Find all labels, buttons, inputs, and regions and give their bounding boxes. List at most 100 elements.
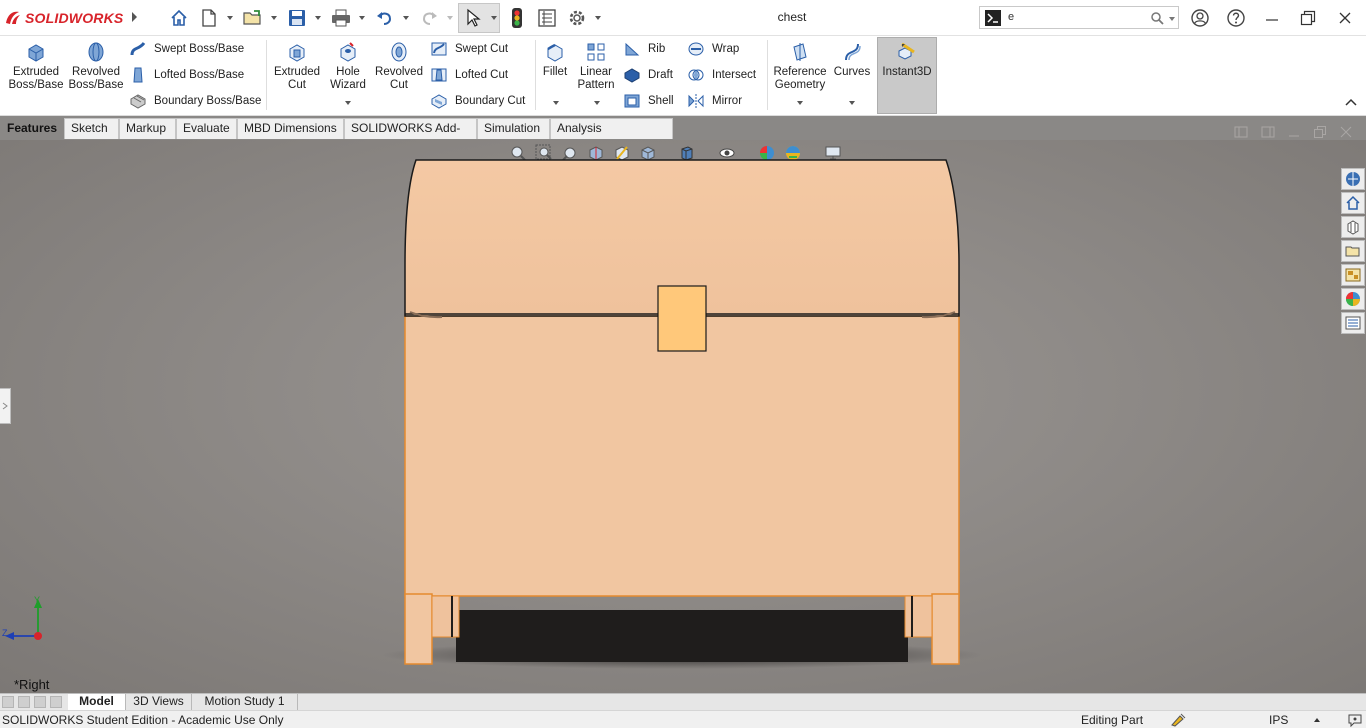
appearances-scenes-icon[interactable] bbox=[1341, 288, 1365, 310]
last-tab-nav-icon[interactable] bbox=[50, 696, 62, 708]
redo-dropdown-icon[interactable] bbox=[446, 14, 454, 22]
viewport-tile-right-icon[interactable] bbox=[1261, 125, 1275, 139]
reference-geometry-button[interactable]: Reference Geometry bbox=[772, 40, 828, 92]
rebuild-icon[interactable] bbox=[504, 6, 530, 30]
extruded-boss-button[interactable]: Extruded Boss/Base bbox=[8, 40, 64, 92]
viewport-close-icon[interactable] bbox=[1339, 125, 1353, 139]
design-library-icon[interactable] bbox=[1341, 216, 1365, 238]
feature-manager-expand-handle[interactable] bbox=[0, 388, 11, 424]
graphics-area[interactable] bbox=[0, 140, 1366, 693]
shell-button[interactable]: Shell bbox=[622, 91, 674, 111]
view-palette-icon[interactable] bbox=[1341, 264, 1365, 286]
tab-motion-study-1[interactable]: Motion Study 1 bbox=[192, 694, 298, 711]
units-dropdown-icon[interactable] bbox=[1313, 717, 1321, 723]
home-task-pane-icon[interactable] bbox=[1341, 192, 1365, 214]
file-properties-icon[interactable] bbox=[534, 6, 560, 30]
prev-tab-nav-icon[interactable] bbox=[18, 696, 30, 708]
tab-features[interactable]: Features bbox=[0, 118, 64, 139]
apply-scene-icon[interactable] bbox=[782, 143, 804, 163]
search-dropdown-icon[interactable] bbox=[1168, 15, 1176, 23]
hole-wizard-button[interactable]: Hole Wizard bbox=[326, 40, 370, 92]
close-icon[interactable] bbox=[1335, 8, 1355, 28]
user-account-icon[interactable] bbox=[1190, 8, 1210, 28]
command-search-input[interactable]: e bbox=[979, 6, 1179, 29]
fillet-button[interactable]: Fillet bbox=[540, 40, 570, 79]
status-units[interactable]: IPS bbox=[1269, 713, 1288, 727]
previous-view-icon[interactable] bbox=[559, 143, 581, 163]
view-orientation-icon[interactable] bbox=[637, 143, 659, 163]
fillet-dropdown-icon[interactable] bbox=[552, 100, 560, 106]
draft-button[interactable]: Draft bbox=[622, 65, 673, 85]
custom-properties-icon[interactable] bbox=[1341, 312, 1365, 334]
open-dropdown-icon[interactable] bbox=[270, 14, 278, 22]
lofted-boss-button[interactable]: Lofted Boss/Base bbox=[128, 65, 244, 85]
section-view-icon[interactable] bbox=[585, 143, 607, 163]
linear-pattern-dropdown-icon[interactable] bbox=[593, 100, 601, 106]
undo-dropdown-icon[interactable] bbox=[402, 14, 410, 22]
minimize-icon[interactable] bbox=[1262, 8, 1282, 28]
print-dropdown-icon[interactable] bbox=[358, 14, 366, 22]
edit-appearance-icon[interactable] bbox=[756, 143, 778, 163]
extruded-cut-button[interactable]: Extruded Cut bbox=[272, 40, 322, 92]
tab-markup[interactable]: Markup bbox=[119, 118, 176, 139]
open-icon[interactable] bbox=[240, 6, 266, 30]
home-icon[interactable] bbox=[166, 6, 192, 30]
tab-model[interactable]: Model bbox=[68, 694, 126, 711]
select-icon[interactable] bbox=[460, 6, 486, 30]
rib-button[interactable]: Rib bbox=[622, 39, 665, 59]
intersect-button[interactable]: Intersect bbox=[686, 65, 756, 85]
first-tab-nav-icon[interactable] bbox=[2, 696, 14, 708]
file-explorer-icon[interactable] bbox=[1341, 240, 1365, 262]
feedback-icon[interactable] bbox=[1347, 713, 1363, 727]
select-dropdown-icon[interactable] bbox=[490, 14, 498, 22]
rebuild-status-icon[interactable] bbox=[1170, 713, 1186, 727]
viewport-tile-left-icon[interactable] bbox=[1234, 125, 1248, 139]
redo-icon[interactable] bbox=[416, 6, 442, 30]
tab-3d-views[interactable]: 3D Views bbox=[126, 694, 192, 711]
solidworks-logo[interactable]: SOLIDWORKS bbox=[4, 8, 123, 28]
search-icon[interactable] bbox=[1150, 11, 1164, 25]
curves-button[interactable]: Curves bbox=[832, 40, 872, 79]
undo-icon[interactable] bbox=[372, 6, 398, 30]
mirror-button[interactable]: Mirror bbox=[686, 91, 742, 111]
tab-evaluate[interactable]: Evaluate bbox=[176, 118, 237, 139]
curves-dropdown-icon[interactable] bbox=[848, 100, 856, 106]
tab-simulation[interactable]: Simulation bbox=[477, 118, 550, 139]
zoom-to-area-icon[interactable] bbox=[533, 143, 555, 163]
linear-pattern-button[interactable]: Linear Pattern bbox=[574, 40, 618, 92]
menu-expand-arrow-icon[interactable] bbox=[130, 11, 138, 23]
restore-icon[interactable] bbox=[1298, 8, 1318, 28]
tab-analysis-preparation[interactable]: Analysis Preparation bbox=[550, 118, 673, 154]
zoom-to-fit-icon[interactable] bbox=[507, 143, 529, 163]
print-icon[interactable] bbox=[328, 6, 354, 30]
save-dropdown-icon[interactable] bbox=[314, 14, 322, 22]
tab-mbd-dimensions[interactable]: MBD Dimensions bbox=[237, 118, 344, 139]
display-style-icon[interactable] bbox=[676, 143, 698, 163]
options-dropdown-icon[interactable] bbox=[594, 14, 602, 22]
save-icon[interactable] bbox=[284, 6, 310, 30]
collapse-ribbon-icon[interactable] bbox=[1345, 98, 1357, 106]
tab-sketch[interactable]: Sketch bbox=[64, 118, 119, 139]
reference-geometry-dropdown-icon[interactable] bbox=[796, 100, 804, 106]
new-dropdown-icon[interactable] bbox=[226, 14, 234, 22]
solidworks-resources-icon[interactable] bbox=[1341, 168, 1365, 190]
lofted-cut-button[interactable]: Lofted Cut bbox=[429, 65, 508, 85]
view-settings-icon[interactable] bbox=[822, 143, 844, 163]
boundary-cut-button[interactable]: Boundary Cut bbox=[429, 91, 525, 111]
revolved-boss-button[interactable]: Revolved Boss/Base bbox=[68, 40, 124, 92]
options-icon[interactable] bbox=[564, 6, 590, 30]
hide-show-items-icon[interactable] bbox=[716, 143, 738, 163]
viewport-minimize-icon[interactable] bbox=[1287, 125, 1301, 139]
boundary-boss-button[interactable]: Boundary Boss/Base bbox=[128, 91, 261, 111]
tab-solidworks-add-ins[interactable]: SOLIDWORKS Add-Ins bbox=[344, 118, 477, 154]
hole-wizard-dropdown-icon[interactable] bbox=[344, 100, 352, 106]
dynamic-annotation-icon[interactable] bbox=[611, 143, 633, 163]
wrap-button[interactable]: Wrap bbox=[686, 39, 739, 59]
viewport-restore-icon[interactable] bbox=[1313, 125, 1327, 139]
revolved-cut-button[interactable]: Revolved Cut bbox=[374, 40, 424, 92]
next-tab-nav-icon[interactable] bbox=[34, 696, 46, 708]
help-icon[interactable] bbox=[1226, 8, 1246, 28]
new-document-icon[interactable] bbox=[196, 6, 222, 30]
swept-cut-button[interactable]: Swept Cut bbox=[429, 39, 508, 59]
swept-boss-button[interactable]: Swept Boss/Base bbox=[128, 39, 244, 59]
